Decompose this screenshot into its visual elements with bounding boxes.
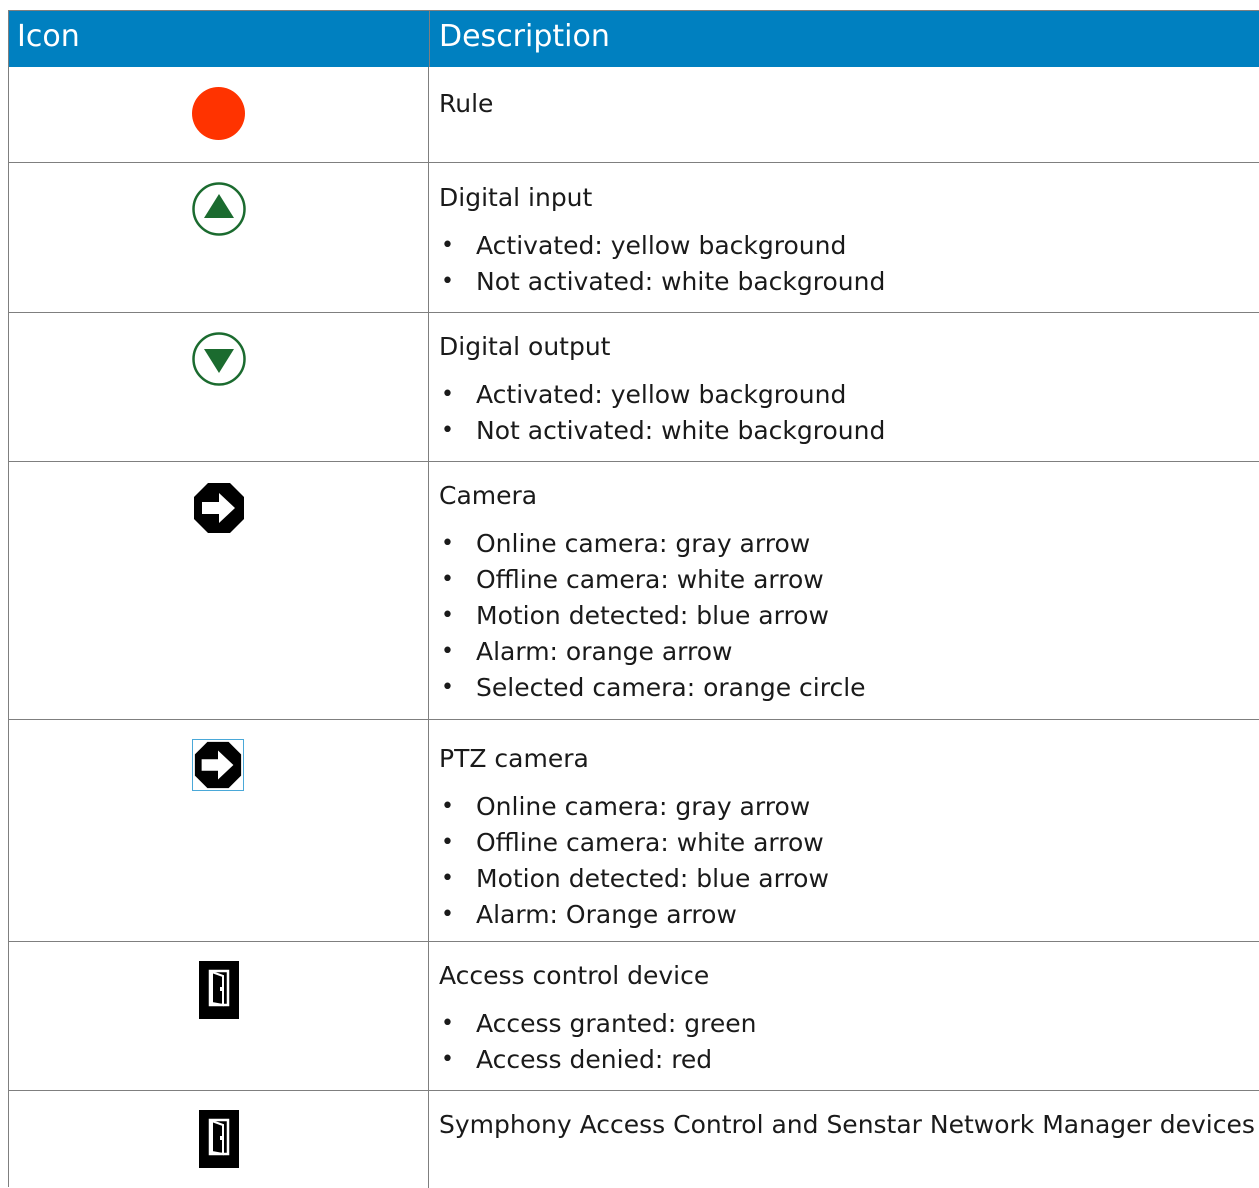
list-item: Alarm: orange arrow <box>439 634 1254 670</box>
icon-cell <box>9 1091 429 1188</box>
list-item: Activated: yellow background <box>439 228 1254 264</box>
table-row: Camera Online camera: gray arrow Offline… <box>9 462 1259 720</box>
row-title: Symphony Access Control and Senstar Netw… <box>439 1110 1255 1139</box>
list-item: Selected camera: orange circle <box>439 670 1254 706</box>
bullet-list: Activated: yellow background Not activat… <box>439 377 1254 449</box>
bullet-list: Online camera: gray arrow Offline camera… <box>439 526 1254 706</box>
icon-cell <box>9 67 429 162</box>
list-item: Access denied: red <box>439 1042 1254 1078</box>
bullet-list: Access granted: green Access denied: red <box>439 1006 1254 1078</box>
table-row: PTZ camera Online camera: gray arrow Off… <box>9 720 1259 942</box>
icon-cell <box>9 163 429 312</box>
icon-cell <box>9 720 429 941</box>
description-cell: Camera Online camera: gray arrow Offline… <box>439 478 1254 706</box>
digital-output-down-triangle-icon <box>192 332 246 386</box>
digital-input-up-triangle-icon <box>192 182 246 236</box>
symphony-door-icon <box>199 1110 239 1168</box>
row-title: Access control device <box>439 961 710 990</box>
list-item: Access granted: green <box>439 1006 1254 1042</box>
description-cell: Digital input Activated: yellow backgrou… <box>439 180 1254 300</box>
description-cell: Symphony Access Control and Senstar Netw… <box>439 1107 1255 1143</box>
header-description-label: Description <box>439 19 610 54</box>
header-icon-label: Icon <box>17 19 80 54</box>
row-title: Camera <box>439 481 538 510</box>
icon-legend-table: Icon Description Rule Digital input • Ac… <box>8 10 1259 1188</box>
description-cell: Digital output Activated: yellow backgro… <box>439 329 1254 449</box>
table-row: Symphony Access Control and Senstar Netw… <box>9 1091 1259 1188</box>
list-item: Online camera: gray arrow <box>439 526 1254 562</box>
table-row: Rule <box>9 67 1259 163</box>
bullet-list: Activated: yellow background Not activat… <box>439 228 1254 300</box>
list-item: Offline camera: white arrow <box>439 562 1254 598</box>
table-row: Access control device Access granted: gr… <box>9 942 1259 1091</box>
icon-cell <box>9 942 429 1090</box>
icon-cell <box>9 313 429 461</box>
row-title: PTZ camera <box>439 744 589 773</box>
list-item: Not activated: white background <box>439 264 1254 300</box>
table-row: Digital output Activated: yellow backgro… <box>9 313 1259 462</box>
description-cell: Rule <box>439 86 1254 122</box>
row-title: Digital input <box>439 183 593 212</box>
list-item: Motion detected: blue arrow <box>439 861 1254 897</box>
bullet-list: Online camera: gray arrow Offline camera… <box>439 789 1254 933</box>
table-header: Icon Description <box>9 11 1259 67</box>
list-item: Online camera: gray arrow <box>439 789 1254 825</box>
list-item: Not activated: white background <box>439 413 1254 449</box>
red-circle-icon <box>192 87 245 140</box>
row-title: Digital output <box>439 332 611 361</box>
list-item: Offline camera: white arrow <box>439 825 1254 861</box>
table-row: Digital input Activated: yellow backgrou… <box>9 163 1259 313</box>
list-item: Activated: yellow background <box>439 377 1254 413</box>
access-control-door-icon <box>199 961 239 1019</box>
list-item: Motion detected: blue arrow <box>439 598 1254 634</box>
camera-arrow-icon <box>194 483 244 533</box>
list-item: Alarm: Orange arrow <box>439 897 1254 933</box>
header-divider <box>429 11 430 67</box>
row-title: Rule <box>439 89 494 118</box>
description-cell: PTZ camera Online camera: gray arrow Off… <box>439 741 1254 933</box>
ptz-camera-arrow-icon <box>194 741 242 789</box>
icon-cell <box>9 462 429 719</box>
description-cell: Access control device Access granted: gr… <box>439 958 1254 1078</box>
